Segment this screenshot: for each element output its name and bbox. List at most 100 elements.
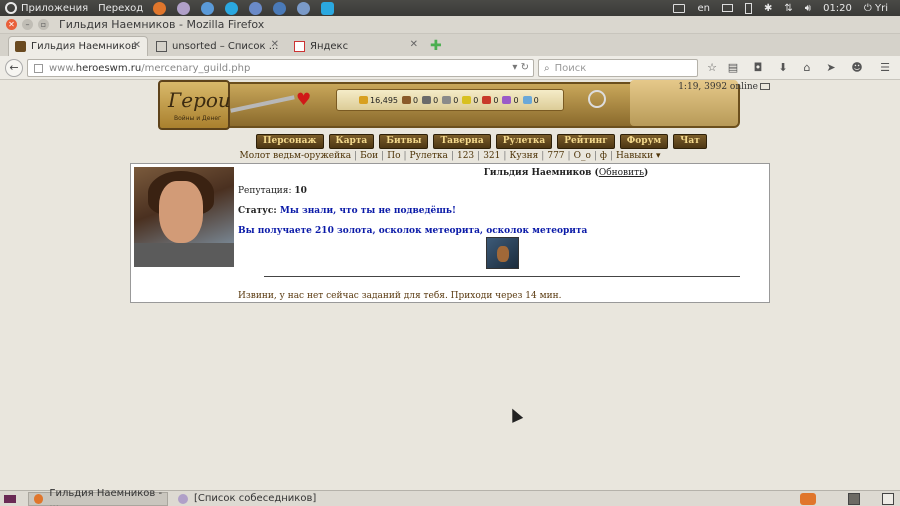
minimize-window-button[interactable]: – <box>22 19 33 30</box>
network-icon[interactable]: ⇅ <box>784 3 792 14</box>
close-tab-icon[interactable]: ✕ <box>410 39 418 50</box>
status-value: Мы знали, что ты не подведёшь! <box>279 206 456 216</box>
taskbar-item-contacts[interactable]: [Список собеседников] <box>173 492 316 506</box>
wood-icon <box>402 96 411 104</box>
heart-icon[interactable]: ♥ <box>296 90 311 110</box>
workspace-2-icon[interactable] <box>882 493 894 505</box>
tab-mercenary-guild[interactable]: Гильдия Наемников ✕ <box>8 36 148 56</box>
resource-item: 0 <box>402 96 418 105</box>
url-bar[interactable]: www. heroeswm.ru/mercenary_guild.php ▾ ↻ <box>27 59 534 77</box>
quick-link[interactable]: Рулетка <box>410 151 448 161</box>
online-counter: 1:19, 3992 online <box>678 82 770 92</box>
workspace-1-icon[interactable] <box>848 493 860 505</box>
system-tray: en ✱ ⇅ 🔊︎ 01:20 ⏻ Yri <box>673 0 900 16</box>
taskbar-item-firefox[interactable]: Гильдия Наемников - ... <box>28 488 168 506</box>
logo-subtitle: Войны и Денег <box>174 115 222 122</box>
new-tab-icon[interactable]: ✚ <box>430 38 442 54</box>
ubuntu-logo-icon[interactable] <box>5 2 17 14</box>
link-separator: | <box>477 151 481 161</box>
download-icon[interactable]: ⬇ <box>776 61 790 74</box>
window-titlebar: ✕ – ▫ Гильдия Наемников - Mozilla Firefo… <box>0 16 900 34</box>
refresh-link[interactable]: Обновить <box>599 168 644 178</box>
clock[interactable]: 01:20 <box>823 3 852 14</box>
search-bar[interactable]: ⌕ Поиск <box>538 59 698 77</box>
language-indicator[interactable]: en <box>697 3 710 14</box>
reload-icon[interactable]: ▾ ↻ <box>512 62 529 73</box>
search-icon: ⌕ <box>544 62 550 74</box>
gems-icon <box>502 96 512 104</box>
mail-icon[interactable] <box>721 4 733 12</box>
mail-icon[interactable] <box>760 83 770 90</box>
show-desktop-icon[interactable] <box>4 494 16 503</box>
menu-applications[interactable]: Приложения <box>21 3 88 14</box>
search-placeholder: Поиск <box>554 62 587 74</box>
quick-link[interactable]: 123 <box>457 151 474 161</box>
resource-item: 0 <box>442 96 458 105</box>
taskbar: Гильдия Наемников - ... [Список собеседн… <box>0 488 900 506</box>
bookmarks-list-icon[interactable]: ▤ <box>726 61 740 74</box>
battery-icon[interactable] <box>744 2 752 14</box>
back-button[interactable]: ← <box>5 59 23 77</box>
volume-icon[interactable]: 🔊︎ <box>805 3 811 14</box>
browser-launcher-icon[interactable] <box>249 1 263 15</box>
close-window-button[interactable]: ✕ <box>6 19 17 30</box>
tab-yandex[interactable]: Яндекс ✕ <box>288 36 424 56</box>
quick-link[interactable]: ф <box>600 151 607 161</box>
menu-button[interactable]: Чат <box>673 134 707 149</box>
site-identity-icon[interactable] <box>34 63 43 73</box>
firefox-launcher-icon[interactable] <box>153 1 167 15</box>
quick-link[interactable]: Навыки ▾ <box>616 151 660 161</box>
reputation-label: Репутация: <box>238 186 292 196</box>
tab-label: Яндекс <box>310 40 349 52</box>
game-logo[interactable]: Герои Войны и Денег <box>158 80 231 130</box>
menu-go[interactable]: Переход <box>98 3 143 14</box>
user-menu[interactable]: ⏻ Yri <box>864 3 888 14</box>
menu-button[interactable]: Карта <box>328 134 375 149</box>
home-icon[interactable]: ⌂ <box>800 61 814 74</box>
status-line: Статус: Мы знали, что ты не подведёшь! <box>238 206 456 216</box>
quick-link[interactable]: Бои <box>360 151 378 161</box>
quick-link[interactable]: O_o <box>574 151 591 161</box>
menu-button[interactable]: Форум <box>619 134 669 149</box>
maximize-window-button[interactable]: ▫ <box>38 19 49 30</box>
chat-icon[interactable]: ☻ <box>850 61 864 74</box>
menu-icon[interactable]: ☰ <box>878 61 892 74</box>
chromium-launcher-icon[interactable] <box>201 1 215 15</box>
tab-unsorted[interactable]: unsorted – Список ... ✕ <box>150 36 285 56</box>
messenger-launcher-icon[interactable] <box>177 1 191 15</box>
menu-button[interactable]: Рейтинг <box>557 134 615 149</box>
menu-button[interactable]: Рулетка <box>495 134 553 149</box>
resource-value: 0 <box>413 95 419 105</box>
quick-links: Молот ведьм-оружейка | Бои | По | Рулетка | 123 |… <box>130 151 770 161</box>
app-launcher-icon[interactable] <box>297 1 311 15</box>
bookmark-star-icon[interactable]: ☆ <box>705 61 719 74</box>
firefox-tray-icon[interactable] <box>800 493 816 505</box>
keyboard-icon[interactable] <box>673 3 686 13</box>
menu-button[interactable]: Персонаж <box>256 134 324 149</box>
pocket-icon[interactable]: ◘ <box>751 61 765 74</box>
skype-launcher-icon[interactable] <box>225 1 239 15</box>
close-tab-icon[interactable]: ✕ <box>271 39 279 50</box>
bluetooth-icon[interactable]: ✱ <box>764 3 772 14</box>
quick-link[interactable]: 777 <box>547 151 564 161</box>
firefox-icon <box>34 493 44 504</box>
virtualbox-launcher-icon[interactable] <box>273 1 287 15</box>
reputation-line: Репутация: 10 <box>238 186 307 196</box>
crystal-icon <box>482 96 492 104</box>
close-tab-icon[interactable]: ✕ <box>133 40 141 51</box>
quick-link[interactable]: Молот ведьм-оружейка <box>240 151 352 161</box>
url-path: /mercenary_guild.php <box>141 62 251 74</box>
meteorite-shard-icon[interactable] <box>486 237 519 269</box>
reward-text: Вы получаете 210 золота, осколок метеори… <box>238 226 588 236</box>
heroes-favicon-icon <box>15 41 26 52</box>
menu-button[interactable]: Таверна <box>433 134 491 149</box>
quick-link[interactable]: По <box>387 151 400 161</box>
skype-tray-icon[interactable] <box>321 1 335 15</box>
guild-title: Гильдия Наемников <box>483 168 592 178</box>
quick-link[interactable]: 321 <box>483 151 500 161</box>
ring-icon[interactable] <box>588 90 606 108</box>
send-icon[interactable]: ➤ <box>824 61 838 74</box>
menu-button[interactable]: Битвы <box>379 134 429 149</box>
quick-link[interactable]: Кузня <box>509 151 538 161</box>
link-separator: | <box>593 151 597 161</box>
